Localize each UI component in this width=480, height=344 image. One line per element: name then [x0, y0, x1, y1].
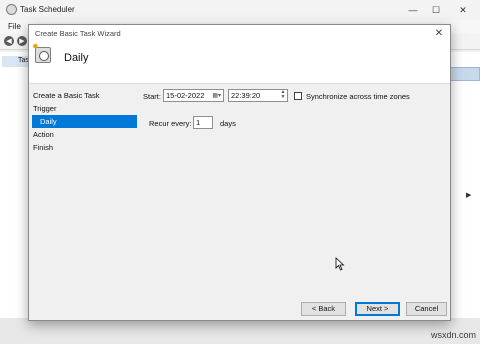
- recur-every-label: Recur every:: [149, 119, 192, 128]
- next-button[interactable]: Next >: [355, 302, 400, 316]
- create-basic-task-wizard: Create Basic Task Wizard ✕ ✸ Daily Creat…: [28, 24, 451, 321]
- maximize-button[interactable]: ☐: [425, 2, 447, 18]
- start-time-value: 22:39:20: [231, 91, 261, 100]
- start-date-value: 15-02-2022: [166, 91, 205, 100]
- title-bar: Task Scheduler — ☐ ✕: [0, 0, 480, 20]
- forward-arrow-icon[interactable]: ▶: [17, 36, 27, 46]
- recur-unit-label: days: [220, 119, 236, 128]
- console-tree: Tas: [0, 52, 30, 344]
- back-button[interactable]: < Back: [301, 302, 346, 316]
- menu-file[interactable]: File: [8, 22, 21, 31]
- mouse-cursor-icon: [335, 257, 345, 271]
- calendar-dropdown-icon[interactable]: ▦▾: [212, 91, 221, 102]
- page-title: Daily: [64, 52, 89, 64]
- dialog-title: Create Basic Task Wizard: [35, 29, 121, 38]
- status-strip: [0, 318, 480, 344]
- start-time-picker[interactable]: 22:39:20 ▲ ▼: [228, 89, 288, 102]
- dialog-title-bar: Create Basic Task Wizard ✕: [29, 25, 450, 41]
- start-label: Start:: [143, 92, 161, 101]
- step-finish[interactable]: Finish: [32, 141, 137, 154]
- close-window-button[interactable]: ✕: [452, 2, 474, 18]
- watermark: wsxdn.com: [430, 330, 476, 340]
- star-icon: ✸: [32, 42, 39, 51]
- minimize-button[interactable]: —: [402, 2, 424, 18]
- back-arrow-icon[interactable]: ◀: [4, 36, 14, 46]
- step-daily[interactable]: Daily: [32, 115, 137, 128]
- start-date-picker[interactable]: 15-02-2022 ▦▾: [163, 89, 224, 102]
- recur-every-input[interactable]: 1: [193, 116, 213, 129]
- daily-settings: Start: 15-02-2022 ▦▾ 22:39:20 ▲ ▼ Synchro…: [141, 89, 446, 289]
- step-trigger[interactable]: Trigger: [32, 102, 137, 115]
- sync-time-zones-checkbox[interactable]: [294, 92, 302, 100]
- actions-pane-header[interactable]: [448, 67, 480, 81]
- wizard-steps: Create a Basic Task Trigger Daily Action…: [32, 89, 137, 154]
- actions-pane: [448, 52, 480, 344]
- step-action[interactable]: Action: [32, 128, 137, 141]
- app-title: Task Scheduler: [20, 5, 75, 14]
- dialog-close-button[interactable]: ✕: [432, 26, 446, 40]
- sync-time-zones-label: Synchronize across time zones: [306, 92, 410, 101]
- cancel-button[interactable]: Cancel: [406, 302, 447, 316]
- dialog-header: ✸ Daily: [29, 41, 450, 84]
- time-spinner-icon[interactable]: ▲ ▼: [280, 90, 286, 101]
- submenu-arrow-icon[interactable]: ▶: [466, 191, 471, 199]
- step-create-basic-task[interactable]: Create a Basic Task: [32, 89, 137, 102]
- clock-icon: [6, 4, 17, 15]
